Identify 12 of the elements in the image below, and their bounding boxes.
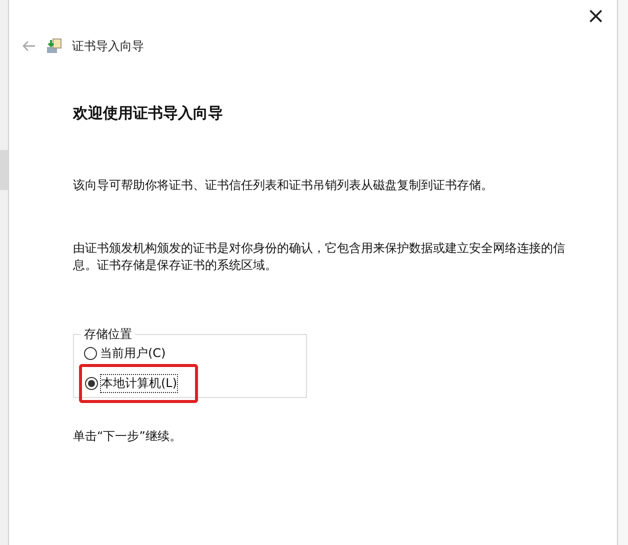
radio-label[interactable]: 当前用户(C) (100, 345, 166, 362)
instruction-text: 单击“下一步”继续。 (73, 428, 182, 445)
window-title: 证书导入向导 (72, 38, 144, 54)
radio-button[interactable] (84, 347, 97, 360)
description-text: 由证书颁发机构颁发的证书是对你身份的确认，它包含用来保护数据或建立安全网络连接的信息。证书存储是保存证书的系统区域。 (73, 240, 566, 274)
group-label: 存储位置 (83, 326, 133, 343)
description-text: 该向导可帮助你将证书、证书信任列表和证书吊销列表从磁盘复制到证书存储。 (73, 177, 494, 194)
radio-label[interactable]: 本地计算机(L) (101, 375, 178, 392)
radio-button[interactable] (85, 377, 98, 390)
wizard-heading: 欢迎使用证书导入向导 (73, 104, 224, 123)
close-button[interactable]: × (582, 6, 609, 28)
certificate-install-icon (46, 38, 62, 54)
